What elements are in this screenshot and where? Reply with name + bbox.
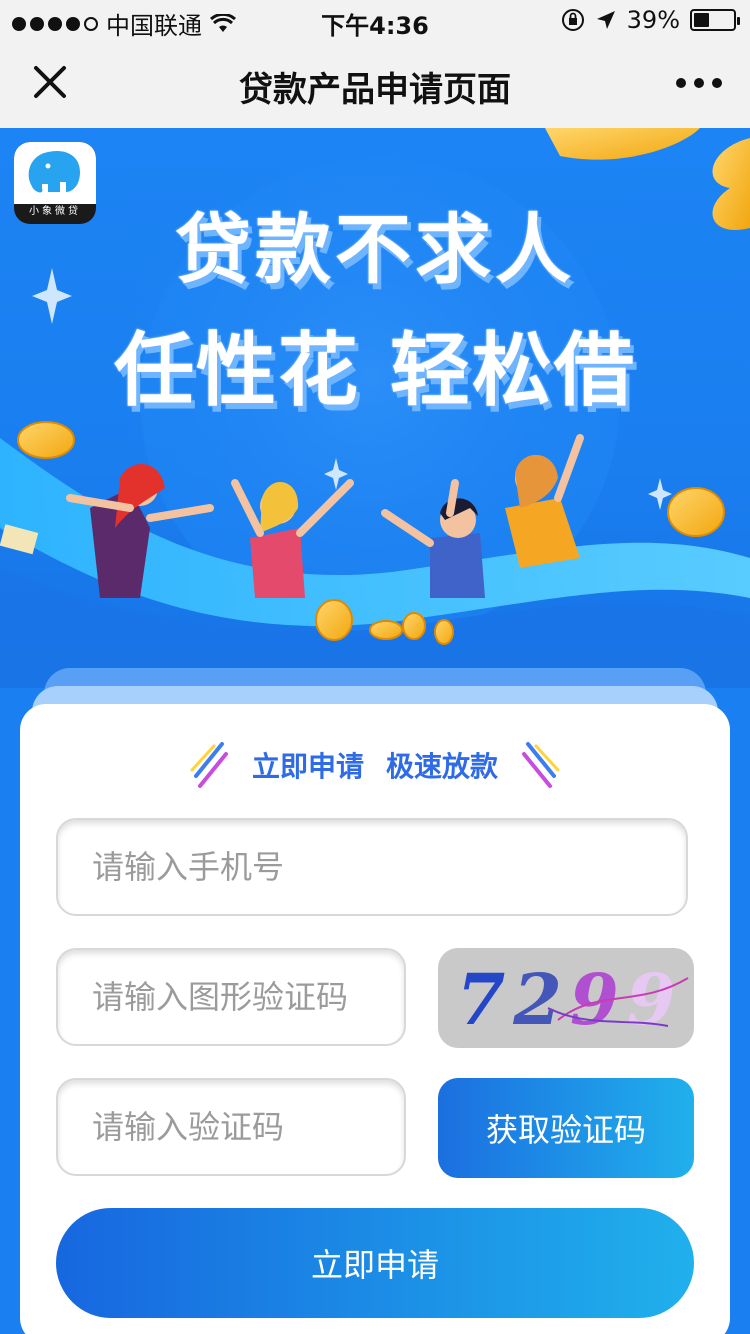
captcha-image[interactable]: 7 2 9 9 <box>438 948 694 1048</box>
form-slogan: 立即申请 极速放款 <box>20 740 730 790</box>
sms-code-field <box>56 1078 406 1176</box>
slogan-fast-loan: 极速放款 <box>386 750 499 783</box>
location-arrow-icon <box>596 11 615 29</box>
banner-headline-line1: 贷款不求人 <box>175 205 575 294</box>
sms-code-input[interactable] <box>58 1080 404 1174</box>
phone-input[interactable] <box>58 820 686 914</box>
captcha-noise-lines <box>547 977 689 1027</box>
nav-bar: 贷款产品申请页面 <box>0 40 750 128</box>
apply-now-button[interactable]: 立即申请 <box>56 1208 694 1318</box>
phone-field <box>56 818 688 916</box>
banner-headline-line2: 任性花 轻松借 <box>114 324 636 417</box>
get-code-button[interactable]: 获取验证码 <box>438 1078 694 1178</box>
sparkle-lines-icon <box>522 742 560 788</box>
application-form-card: 立即申请 极速放款 7 2 9 9 获取验证码 立即申请 <box>20 704 730 1334</box>
captcha-field <box>56 948 406 1046</box>
ribbon-top <box>545 128 700 160</box>
page-title: 贷款产品申请页面 <box>239 70 511 110</box>
more-options-icon[interactable] <box>676 78 722 88</box>
rotation-lock-icon <box>561 9 584 31</box>
promo-banner: 小象微贷 贷款不求人 任性花 轻松借 <box>0 128 750 688</box>
captcha-input[interactable] <box>58 950 404 1044</box>
status-bar: 中国联通 下午4:36 39% <box>0 0 750 40</box>
slogan-apply-now: 立即申请 <box>251 750 364 783</box>
battery-icon <box>690 9 740 31</box>
battery-percent: 39% <box>626 6 680 34</box>
sparkle-lines-icon <box>190 742 228 788</box>
